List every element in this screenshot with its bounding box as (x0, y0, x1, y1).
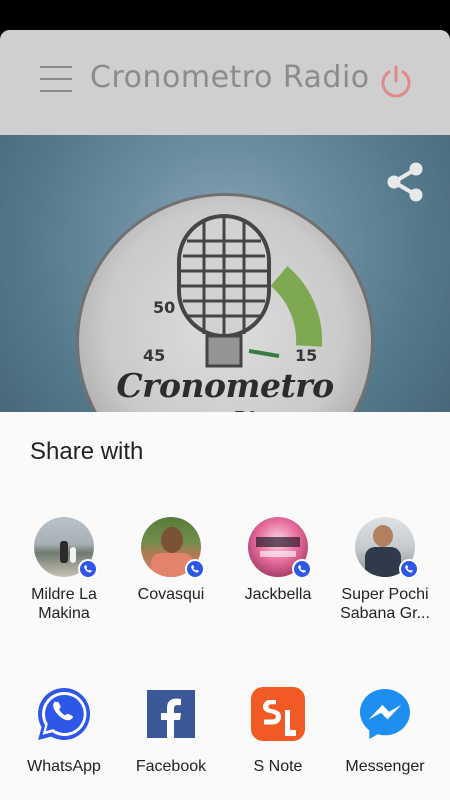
app-name: WhatsApp (27, 758, 101, 775)
messenger-icon (360, 689, 410, 739)
avatar (248, 517, 312, 579)
direct-share-target[interactable]: Mildre La Makina (8, 517, 120, 623)
share-app-messenger[interactable]: Messenger (329, 684, 441, 776)
direct-share-target[interactable]: Covasqui (115, 517, 227, 604)
s-note-icon (251, 687, 305, 741)
power-icon[interactable] (378, 64, 414, 100)
share-app-s-note[interactable]: S Note (222, 684, 334, 776)
target-name: Super Pochi Sabana Gr... (340, 586, 430, 622)
status-bar (0, 0, 450, 30)
app-name: S Note (253, 758, 303, 775)
direct-share-target[interactable]: Jackbella (222, 517, 334, 604)
whatsapp-badge-icon (399, 559, 419, 579)
whatsapp-badge-icon (185, 559, 205, 579)
app-toolbar: Cronometro Radio (0, 30, 450, 135)
whatsapp-badge-icon (78, 559, 98, 579)
direct-share-target[interactable]: Super Pochi Sabana Gr... (329, 517, 441, 623)
whatsapp-icon (37, 687, 91, 740)
hamburger-menu-icon[interactable] (40, 66, 72, 96)
app-title: Cronometro Radio (90, 60, 370, 95)
whatsapp-badge-icon (292, 559, 312, 579)
target-name: Jackbella (244, 586, 312, 603)
app-name: Facebook (135, 758, 207, 775)
avatar (141, 517, 205, 579)
facebook-icon (147, 690, 195, 738)
share-icon[interactable] (382, 159, 428, 205)
target-name: Mildre La Makina (31, 586, 97, 622)
avatar (355, 517, 419, 579)
app-name: Messenger (345, 758, 425, 775)
avatar (34, 517, 98, 579)
target-name: Covasqui (137, 586, 205, 603)
share-app-whatsapp[interactable]: WhatsApp (8, 684, 120, 776)
app-window: Cronometro Radio 50 45 15 Cronometro Sha… (0, 30, 450, 800)
share-app-facebook[interactable]: Facebook (115, 684, 227, 776)
share-sheet: Share with Mildre La Makina Covasqui Jac… (0, 412, 450, 800)
hero-banner: 50 45 15 Cronometro Radio (0, 135, 450, 415)
share-sheet-title: Share with (30, 438, 144, 465)
